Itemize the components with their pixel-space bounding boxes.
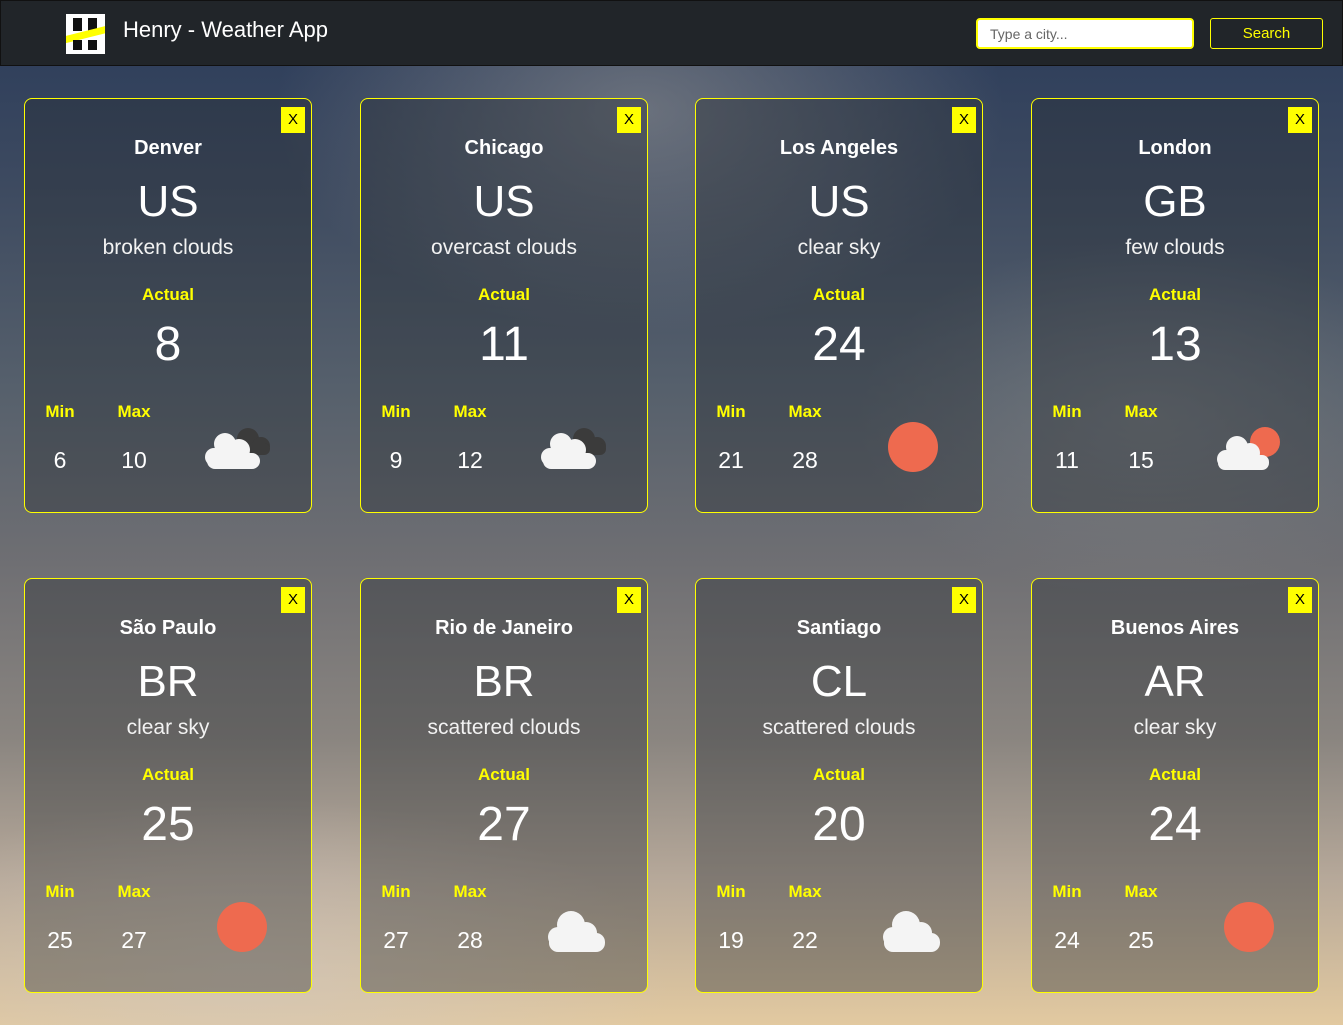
city-card: X Chicago US overcast clouds Actual 11 M… — [360, 98, 648, 513]
max-label: Max — [117, 402, 151, 421]
actual-label: Actual — [1149, 285, 1201, 304]
actual-label: Actual — [142, 285, 194, 304]
weather-description: few clouds — [1125, 236, 1225, 259]
min-label: Min — [1052, 882, 1082, 901]
max-label: Max — [117, 882, 151, 901]
overcast-clouds-icon — [541, 428, 606, 469]
max-temperature: 25 — [1128, 927, 1154, 953]
max-temperature: 15 — [1128, 447, 1154, 473]
broken-clouds-icon — [205, 428, 270, 469]
min-temperature: 24 — [1054, 927, 1080, 953]
max-label: Max — [1124, 882, 1158, 901]
close-card-button[interactable]: X — [281, 587, 305, 613]
max-label: Max — [788, 402, 822, 421]
close-card-button[interactable]: X — [617, 587, 641, 613]
city-card: X Rio de Janeiro BR scattered clouds Act… — [360, 578, 648, 993]
weather-description: scattered clouds — [427, 716, 581, 739]
min-temperature: 11 — [1055, 447, 1079, 473]
min-temperature: 21 — [718, 447, 744, 473]
clear-sky-icon — [888, 422, 938, 472]
max-temperature: 12 — [457, 447, 483, 473]
clear-sky-icon — [217, 902, 267, 952]
min-label: Min — [45, 882, 75, 901]
few-clouds-icon — [1217, 427, 1280, 470]
actual-temperature: 13 — [1148, 318, 1202, 371]
weather-description: scattered clouds — [762, 716, 916, 739]
actual-temperature: 11 — [479, 318, 529, 371]
actual-label: Actual — [813, 285, 865, 304]
country-code: GB — [1143, 177, 1207, 226]
weather-description: overcast clouds — [431, 236, 577, 259]
min-temperature: 9 — [389, 447, 403, 473]
country-code: US — [137, 177, 199, 226]
max-label: Max — [453, 402, 487, 421]
weather-description: clear sky — [797, 236, 881, 259]
weather-description: clear sky — [1133, 716, 1217, 739]
city-card: X London GB few clouds Actual 13 Min Max… — [1031, 98, 1319, 513]
close-card-button[interactable]: X — [617, 107, 641, 133]
country-code: AR — [1144, 657, 1206, 706]
min-label: Min — [381, 402, 411, 421]
city-name: London — [1138, 137, 1212, 159]
max-temperature: 28 — [457, 927, 483, 953]
actual-label: Actual — [142, 765, 194, 784]
weather-description: broken clouds — [102, 236, 234, 259]
city-card: X São Paulo BR clear sky Actual 25 Min M… — [24, 578, 312, 993]
min-label: Min — [716, 882, 746, 901]
actual-temperature: 27 — [477, 798, 531, 851]
scattered-clouds-icon — [883, 911, 940, 952]
close-card-button[interactable]: X — [281, 107, 305, 133]
city-name: Chicago — [464, 137, 544, 159]
actual-temperature: 8 — [154, 318, 182, 371]
min-label: Min — [381, 882, 411, 901]
min-label: Min — [716, 402, 746, 421]
country-code: BR — [137, 657, 199, 706]
close-card-button[interactable]: X — [1288, 587, 1312, 613]
max-label: Max — [453, 882, 487, 901]
close-card-button[interactable]: X — [952, 587, 976, 613]
city-name: Buenos Aires — [1110, 617, 1240, 639]
close-card-button[interactable]: X — [1288, 107, 1312, 133]
max-temperature: 28 — [792, 447, 818, 473]
max-temperature: 27 — [121, 927, 147, 953]
min-label: Min — [1052, 402, 1082, 421]
min-label: Min — [45, 402, 75, 421]
city-card: X Los Angeles US clear sky Actual 24 Min… — [695, 98, 983, 513]
scattered-clouds-icon — [548, 911, 605, 952]
actual-temperature: 20 — [812, 798, 866, 851]
country-code: US — [473, 177, 535, 226]
actual-temperature: 24 — [1148, 798, 1202, 851]
city-name: São Paulo — [119, 617, 217, 639]
actual-label: Actual — [1149, 765, 1201, 784]
min-temperature: 25 — [47, 927, 73, 953]
max-temperature: 10 — [121, 447, 147, 473]
min-temperature: 19 — [718, 927, 744, 953]
min-temperature: 27 — [383, 927, 409, 953]
weather-description: clear sky — [126, 716, 210, 739]
close-card-button[interactable]: X — [952, 107, 976, 133]
actual-label: Actual — [478, 765, 530, 784]
city-name: Santiago — [796, 617, 882, 639]
city-card: X Denver US broken clouds Actual 8 Min M… — [24, 98, 312, 513]
min-temperature: 6 — [53, 447, 67, 473]
actual-temperature: 24 — [812, 318, 866, 371]
country-code: BR — [473, 657, 535, 706]
clear-sky-icon — [1224, 902, 1274, 952]
max-label: Max — [788, 882, 822, 901]
max-temperature: 22 — [792, 927, 818, 953]
actual-temperature: 25 — [141, 798, 195, 851]
city-name: Rio de Janeiro — [435, 617, 573, 639]
actual-label: Actual — [478, 285, 530, 304]
country-code: US — [808, 177, 870, 226]
max-label: Max — [1124, 402, 1158, 421]
city-card: X Buenos Aires AR clear sky Actual 24 Mi… — [1031, 578, 1319, 993]
city-card: X Santiago CL scattered clouds Actual 20… — [695, 578, 983, 993]
city-name: Denver — [134, 137, 202, 159]
city-name: Los Angeles — [779, 137, 899, 159]
city-cards-grid: X Denver US broken clouds Actual 8 Min M… — [0, 0, 1343, 1025]
country-code: CL — [810, 657, 868, 706]
actual-label: Actual — [813, 765, 865, 784]
